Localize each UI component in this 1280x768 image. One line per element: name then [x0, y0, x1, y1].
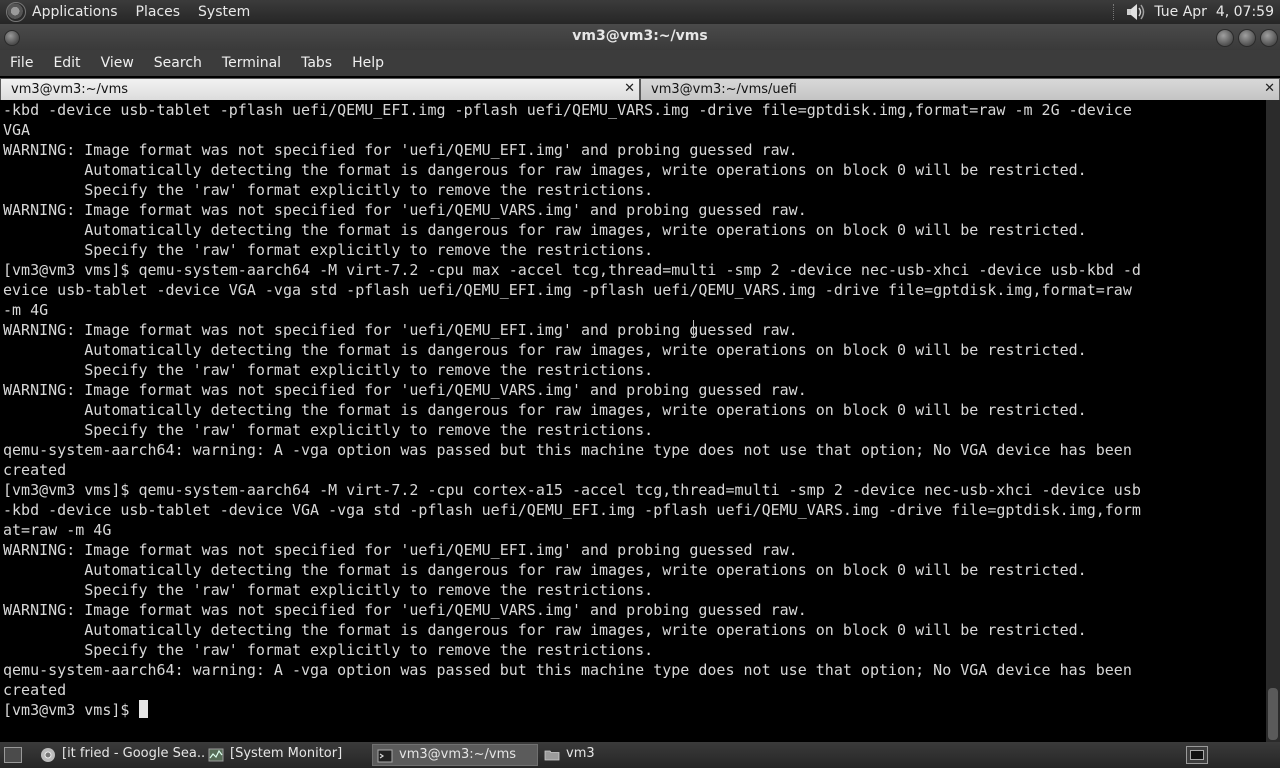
scrollbar-thumb[interactable]: [1268, 688, 1278, 740]
taskbar-item-label: [it fried - Google Sea...: [62, 746, 204, 761]
close-window-button[interactable]: [1260, 29, 1278, 47]
speaker-icon[interactable]: [1124, 2, 1146, 22]
tab-label: vm3@vm3:~/vms/uefi: [651, 82, 797, 97]
terminal-line: WARNING: Image format was not specified …: [3, 141, 798, 159]
tab-vms-uefi[interactable]: vm3@vm3:~/vms/uefi ✕: [640, 78, 1280, 100]
tab-bar: vm3@vm3:~/vms ✕ vm3@vm3:~/vms/uefi ✕: [0, 78, 1280, 100]
terminal-line: at=raw -m 4G: [3, 521, 112, 539]
mouse-ibeam-cursor: [693, 320, 699, 338]
terminal-line: -m 4G: [3, 301, 49, 319]
tab-label: vm3@vm3:~/vms: [11, 82, 129, 97]
menu-file[interactable]: File: [0, 50, 43, 76]
terminal-line: Automatically detecting the format is da…: [84, 161, 1087, 179]
terminal-line: Automatically detecting the format is da…: [84, 221, 1087, 239]
terminal-text: -kbd -device usb-tablet -pflash uefi/QEM…: [0, 100, 1266, 720]
close-tab-icon[interactable]: ✕: [1264, 81, 1275, 96]
terminal-line: Automatically detecting the format is da…: [84, 561, 1087, 579]
terminal-line: Specify the 'raw' format explicitly to r…: [84, 581, 654, 599]
terminal-line: WARNING: Image format was not specified …: [3, 321, 798, 339]
workspace-switcher-icon[interactable]: [1186, 746, 1208, 764]
terminal-line: created: [3, 461, 67, 479]
terminal-line: Specify the 'raw' format explicitly to r…: [84, 421, 654, 439]
terminal-line: WARNING: Image format was not specified …: [3, 201, 807, 219]
system-monitor-icon: [208, 748, 224, 762]
maximize-button[interactable]: [1238, 29, 1256, 47]
taskbar-item-system-monitor[interactable]: [System Monitor]: [204, 744, 370, 766]
terminal-line: Automatically detecting the format is da…: [84, 401, 1087, 419]
chrome-icon: [41, 748, 55, 762]
menu-help[interactable]: Help: [342, 50, 394, 76]
terminal-line: [vm3@vm3 vms]$ qemu-system-aarch64 -M vi…: [3, 481, 1141, 499]
text-cursor: [139, 700, 149, 718]
window-title: vm3@vm3:~/vms: [572, 28, 708, 44]
terminal-output[interactable]: -kbd -device usb-tablet -pflash uefi/QEM…: [0, 100, 1266, 742]
places-menu[interactable]: Places: [136, 0, 181, 24]
shell-prompt: [vm3@vm3 vms]$: [3, 701, 139, 719]
terminal-line: VGA: [3, 121, 31, 139]
menu-terminal[interactable]: Terminal: [212, 50, 291, 76]
taskbar-item-label: vm3: [566, 746, 595, 761]
terminal-line: [vm3@vm3 vms]$ qemu-system-aarch64 -M vi…: [3, 261, 1141, 279]
terminal-line: Specify the 'raw' format explicitly to r…: [84, 241, 654, 259]
taskbar-item-label: vm3@vm3:~/vms: [399, 747, 517, 762]
window-titlebar[interactable]: vm3@vm3:~/vms: [0, 24, 1280, 50]
folder-icon: [544, 750, 560, 761]
show-desktop-icon[interactable]: [4, 747, 22, 763]
menu-search[interactable]: Search: [144, 50, 212, 76]
menu-tabs[interactable]: Tabs: [291, 50, 342, 76]
bottom-panel: [it fried - Google Sea... [System Monito…: [0, 742, 1280, 768]
taskbar-item-browser[interactable]: [it fried - Google Sea...: [36, 744, 204, 766]
terminal-line: WARNING: Image format was not specified …: [3, 541, 798, 559]
terminal-line: -kbd -device usb-tablet -device VGA -vga…: [3, 501, 1141, 519]
terminal-line: -kbd -device usb-tablet -pflash uefi/QEM…: [3, 101, 1132, 119]
terminal-line: Specify the 'raw' format explicitly to r…: [84, 181, 654, 199]
terminal-line: evice usb-tablet -device VGA -vga std -p…: [3, 281, 1132, 299]
close-tab-icon[interactable]: ✕: [624, 81, 635, 96]
terminal-line: Specify the 'raw' format explicitly to r…: [84, 361, 654, 379]
taskbar-item-terminal[interactable]: vm3@vm3:~/vms: [372, 744, 538, 766]
panel-separator: [1113, 4, 1118, 20]
terminal-icon: [377, 749, 393, 763]
menubar: File Edit View Search Terminal Tabs Help: [0, 50, 1280, 76]
menu-edit[interactable]: Edit: [43, 50, 90, 76]
taskbar-item-folder[interactable]: vm3: [540, 744, 706, 766]
terminal-line: Automatically detecting the format is da…: [84, 341, 1087, 359]
applications-menu[interactable]: Applications: [32, 0, 118, 24]
terminal-scrollbar[interactable]: [1266, 100, 1280, 742]
taskbar-item-label: [System Monitor]: [230, 746, 343, 761]
terminal-line: WARNING: Image format was not specified …: [3, 601, 807, 619]
menu-view[interactable]: View: [91, 50, 144, 76]
terminal-line: Automatically detecting the format is da…: [84, 621, 1087, 639]
terminal-line: created: [3, 681, 67, 699]
terminal-line: qemu-system-aarch64: warning: A -vga opt…: [3, 441, 1132, 459]
tab-vms[interactable]: vm3@vm3:~/vms ✕: [0, 78, 640, 100]
distro-logo-icon[interactable]: [6, 2, 26, 22]
top-panel: Applications Places System Tue Apr 4, 07…: [0, 0, 1280, 24]
system-menu[interactable]: System: [198, 0, 250, 24]
terminal-line: WARNING: Image format was not specified …: [3, 381, 807, 399]
terminal-line: qemu-system-aarch64: warning: A -vga opt…: [3, 661, 1132, 679]
clock[interactable]: Tue Apr 4, 07:59: [1154, 4, 1274, 20]
terminal-line: Specify the 'raw' format explicitly to r…: [84, 641, 654, 659]
minimize-button[interactable]: [1216, 29, 1234, 47]
